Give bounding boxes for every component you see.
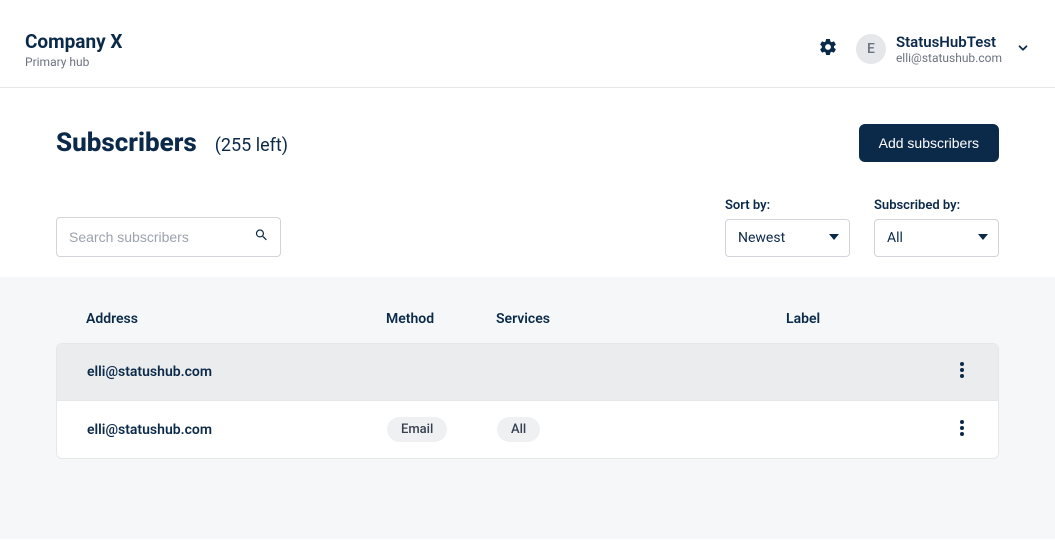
table-row[interactable]: elli@statushub.com Email All — [57, 401, 998, 458]
col-header-address: Address — [86, 311, 386, 327]
header-left: Company X Primary hub — [25, 30, 122, 69]
table-body: elli@statushub.com elli@statushub.com Em… — [56, 343, 999, 459]
page-title-bar: Subscribers (255 left) Add subscribers — [0, 88, 1055, 162]
sort-select[interactable]: Newest — [725, 219, 850, 257]
cell-address: elli@statushub.com — [87, 364, 387, 380]
search-input[interactable] — [56, 217, 281, 257]
gear-icon[interactable] — [818, 37, 838, 61]
table-area: Address Method Services Label elli@statu… — [0, 277, 1055, 539]
avatar: E — [856, 34, 886, 64]
chevron-down-icon — [1016, 40, 1030, 59]
company-name: Company X — [25, 30, 122, 53]
title-group: Subscribers (255 left) — [56, 128, 288, 158]
subscribed-filter: Subscribed by: All — [874, 198, 999, 257]
subscribed-select[interactable]: All — [874, 219, 999, 257]
services-pill: All — [497, 417, 540, 442]
add-subscribers-button[interactable]: Add subscribers — [859, 124, 999, 162]
sort-filter: Sort by: Newest — [725, 198, 850, 257]
search-wrap — [56, 217, 281, 257]
user-menu[interactable]: E StatusHubTest elli@statushub.com — [856, 33, 1030, 65]
app-header: Company X Primary hub E StatusHubTest el… — [0, 0, 1055, 88]
caret-down-icon — [978, 230, 988, 246]
page-title: Subscribers — [56, 128, 197, 158]
subscriber-count: (255 left) — [215, 135, 288, 156]
cell-address: elli@statushub.com — [87, 422, 387, 438]
filters: Sort by: Newest Subscribed by: All — [725, 198, 999, 257]
cell-services: All — [497, 417, 787, 442]
col-header-method: Method — [386, 311, 496, 327]
sort-value: Newest — [738, 230, 785, 246]
caret-down-icon — [829, 230, 839, 246]
col-header-services: Services — [496, 311, 786, 327]
user-name: StatusHubTest — [896, 33, 1002, 51]
controls-row: Sort by: Newest Subscribed by: All — [0, 162, 1055, 277]
table-row[interactable]: elli@statushub.com — [57, 344, 998, 401]
row-more-button[interactable] — [956, 358, 968, 386]
subscribed-value: All — [887, 230, 903, 246]
sort-label: Sort by: — [725, 198, 850, 213]
subscribed-label: Subscribed by: — [874, 198, 999, 213]
hub-label: Primary hub — [25, 55, 122, 69]
cell-method: Email — [387, 417, 497, 442]
header-right: E StatusHubTest elli@statushub.com — [818, 33, 1030, 65]
method-pill: Email — [387, 417, 447, 442]
table-header: Address Method Services Label — [56, 277, 999, 343]
user-text: StatusHubTest elli@statushub.com — [896, 33, 1002, 65]
row-more-button[interactable] — [956, 416, 968, 444]
user-email: elli@statushub.com — [896, 51, 1002, 65]
col-header-label: Label — [786, 311, 929, 327]
search-icon[interactable] — [254, 228, 269, 247]
